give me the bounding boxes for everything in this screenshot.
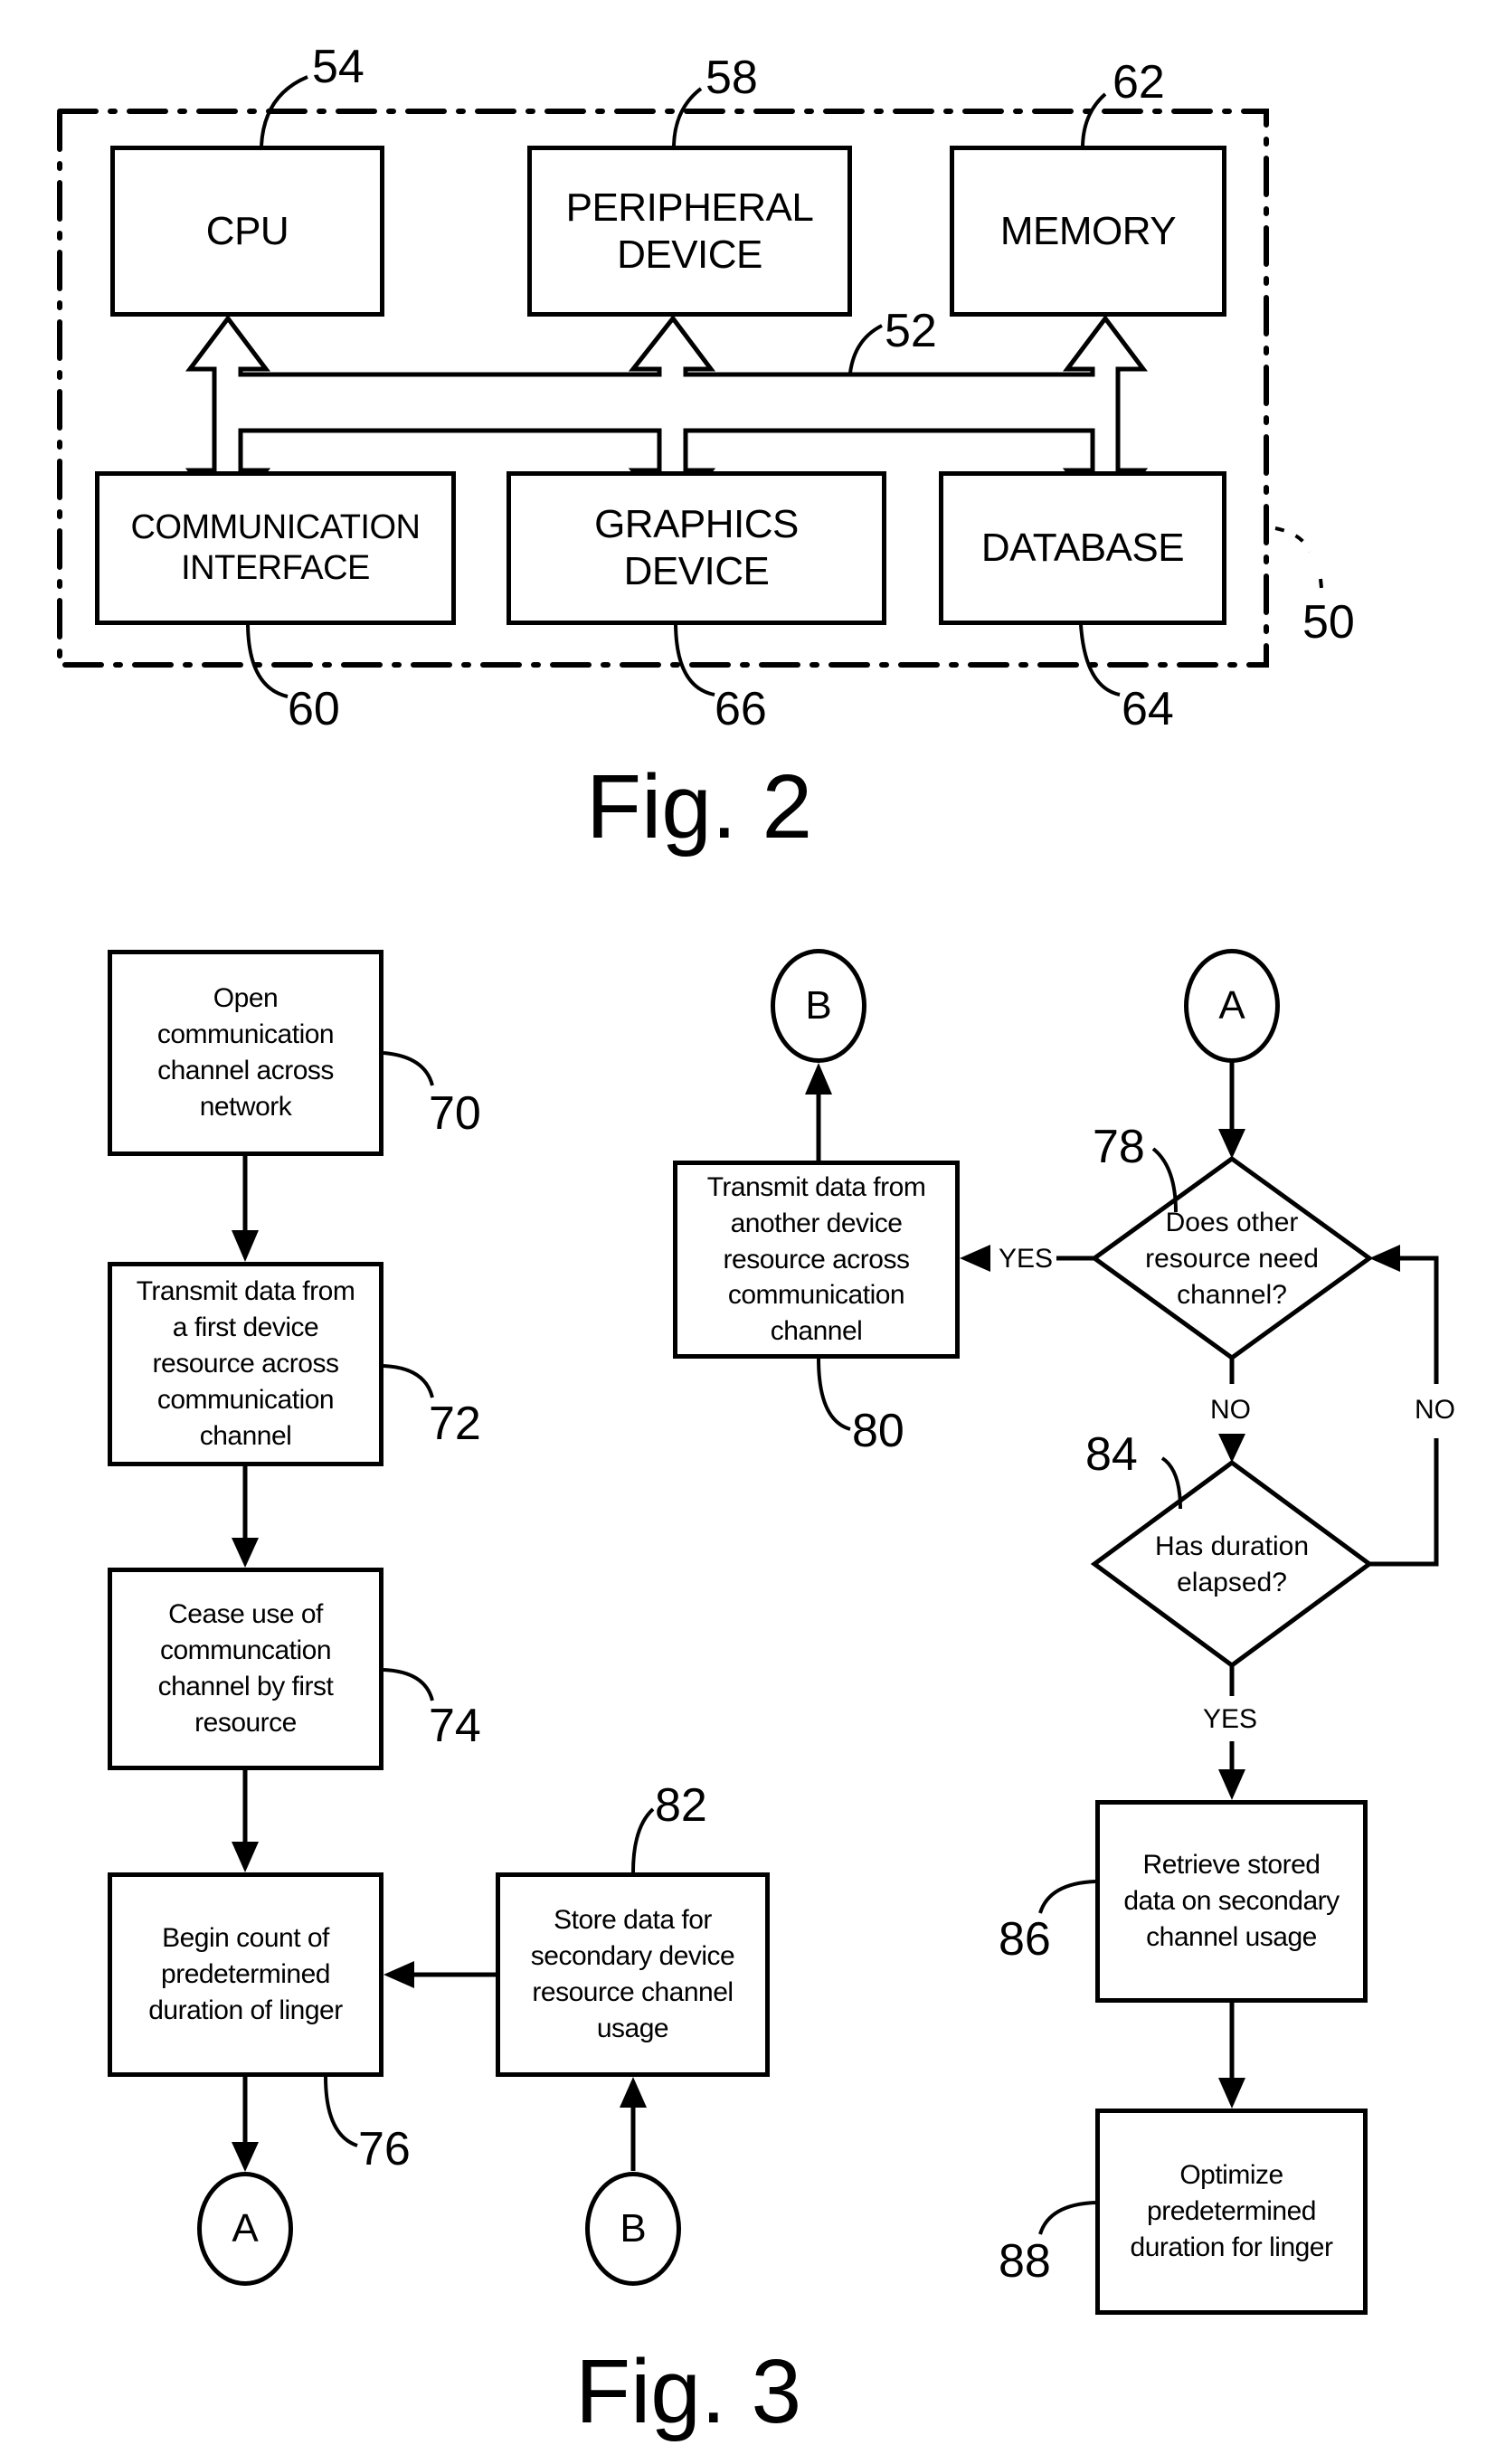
branch-78-yes: YES xyxy=(995,1246,1057,1273)
ref-70: 70 xyxy=(429,1087,481,1140)
step-72-box: Transmit data from a first device resour… xyxy=(108,1262,383,1466)
branch-78-no: NO xyxy=(1210,1395,1251,1425)
step-80-label: Transmit data from another device resour… xyxy=(706,1171,926,1347)
step-72-label: Transmit data from a first device resour… xyxy=(136,1276,355,1451)
connector-a-in-label: A xyxy=(1218,983,1245,1028)
ref-74: 74 xyxy=(429,1700,481,1752)
connector-a-out: A xyxy=(197,2172,293,2286)
peripheral-device-block: PERIPHERAL DEVICE xyxy=(527,146,852,317)
cpu-label: CPU xyxy=(205,208,289,253)
ref-76: 76 xyxy=(358,2123,411,2175)
leader-88 xyxy=(1038,2201,1096,2235)
step-88-box: Optimize predetermined duration for ling… xyxy=(1095,2109,1368,2315)
peripheral-device-label: PERIPHERAL DEVICE xyxy=(565,185,814,277)
ref-52: 52 xyxy=(885,305,937,357)
leader-50 xyxy=(1274,526,1324,598)
step-86-box: Retrieve stored data on secondary channe… xyxy=(1095,1800,1368,2003)
step-74-box: Cease use of communcation channel by fir… xyxy=(108,1568,383,1770)
arrowhead xyxy=(232,1842,259,1872)
arrowhead xyxy=(620,2077,647,2108)
step-86-label: Retrieve stored data on secondary channe… xyxy=(1123,1850,1340,1952)
ref-80: 80 xyxy=(852,1405,904,1457)
arrowhead xyxy=(232,1230,259,1262)
graphics-device-label: GRAPHICS DEVICE xyxy=(594,502,799,593)
leader-82 xyxy=(631,1807,655,1873)
arrowhead xyxy=(232,1538,259,1568)
leader-62 xyxy=(1081,92,1107,147)
arrowhead xyxy=(1218,1129,1245,1159)
connector-a-in: A xyxy=(1184,949,1280,1063)
leader-60 xyxy=(246,624,289,698)
connector-a-out-label: A xyxy=(232,2206,259,2251)
step-82-box: Store data for secondary device resource… xyxy=(496,1872,770,2077)
connector-b-out-label: B xyxy=(805,983,832,1028)
arrowhead xyxy=(1218,1769,1245,1800)
leader-64 xyxy=(1079,624,1121,697)
step-82-label: Store data for secondary device resource… xyxy=(530,1905,735,2043)
leader-86 xyxy=(1038,1880,1096,1914)
arrowhead xyxy=(1218,2078,1245,2109)
leader-58 xyxy=(672,87,703,147)
step-80-box: Transmit data from another device resour… xyxy=(673,1161,960,1359)
fig3-caption: Fig. 3 xyxy=(575,2341,802,2442)
step-76-box: Begin count of predetermined duration of… xyxy=(108,1872,383,2077)
arrowhead xyxy=(383,1961,414,1988)
ref-50: 50 xyxy=(1302,596,1355,649)
leader-70 xyxy=(383,1051,434,1086)
memory-label: MEMORY xyxy=(999,208,1177,253)
ref-54: 54 xyxy=(312,41,365,93)
leader-66 xyxy=(674,624,715,697)
ref-86: 86 xyxy=(999,1913,1051,1966)
fig2-caption: Fig. 2 xyxy=(586,756,813,858)
graphics-device-block: GRAPHICS DEVICE xyxy=(507,471,886,625)
step-70-box: Open communication channel across networ… xyxy=(108,950,383,1156)
step-88-label: Optimize predetermined duration for ling… xyxy=(1130,2160,1333,2262)
communication-interface-label: COMMUNICATION INTERFACE xyxy=(130,508,421,587)
arrowhead xyxy=(960,1245,990,1272)
connector-b-in: B xyxy=(585,2172,681,2286)
step-76-label: Begin count of predetermined duration of… xyxy=(148,1923,343,2025)
step-70-label: Open communication channel across networ… xyxy=(156,983,335,1122)
decision-78-label: Does other resource need channel? xyxy=(1145,1208,1319,1310)
ref-66: 66 xyxy=(715,683,767,735)
ref-84: 84 xyxy=(1085,1428,1138,1481)
arrowhead xyxy=(805,1063,832,1095)
ref-58: 58 xyxy=(705,52,758,104)
branch-84-yes: YES xyxy=(1203,1704,1258,1734)
database-label: DATABASE xyxy=(980,526,1185,571)
leader-72 xyxy=(383,1364,434,1398)
arrowhead xyxy=(232,2142,259,2172)
leader-74 xyxy=(383,1668,434,1701)
leader-52 xyxy=(848,324,883,374)
ref-64: 64 xyxy=(1122,683,1174,735)
memory-block: MEMORY xyxy=(950,146,1226,317)
ref-82: 82 xyxy=(655,1779,707,1832)
arrowhead xyxy=(1369,1245,1400,1272)
leader-76 xyxy=(324,2076,358,2147)
branch-84-no: NO xyxy=(1415,1395,1455,1425)
ref-78: 78 xyxy=(1093,1121,1145,1173)
connector-b-out: B xyxy=(771,949,866,1063)
connector-b-in-label: B xyxy=(620,2206,647,2251)
ref-62: 62 xyxy=(1113,56,1165,109)
communication-interface-block: COMMUNICATION INTERFACE xyxy=(95,471,456,625)
database-block: DATABASE xyxy=(939,471,1226,625)
arrowhead xyxy=(1218,1434,1245,1463)
ref-60: 60 xyxy=(288,683,340,735)
cpu-block: CPU xyxy=(110,146,384,317)
ref-72: 72 xyxy=(429,1398,481,1450)
decision-84-label: Has duration elapsed? xyxy=(1154,1531,1310,1597)
leader-80 xyxy=(817,1358,851,1431)
ref-88: 88 xyxy=(999,2235,1051,2288)
step-74-label: Cease use of communcation channel by fir… xyxy=(157,1599,334,1738)
